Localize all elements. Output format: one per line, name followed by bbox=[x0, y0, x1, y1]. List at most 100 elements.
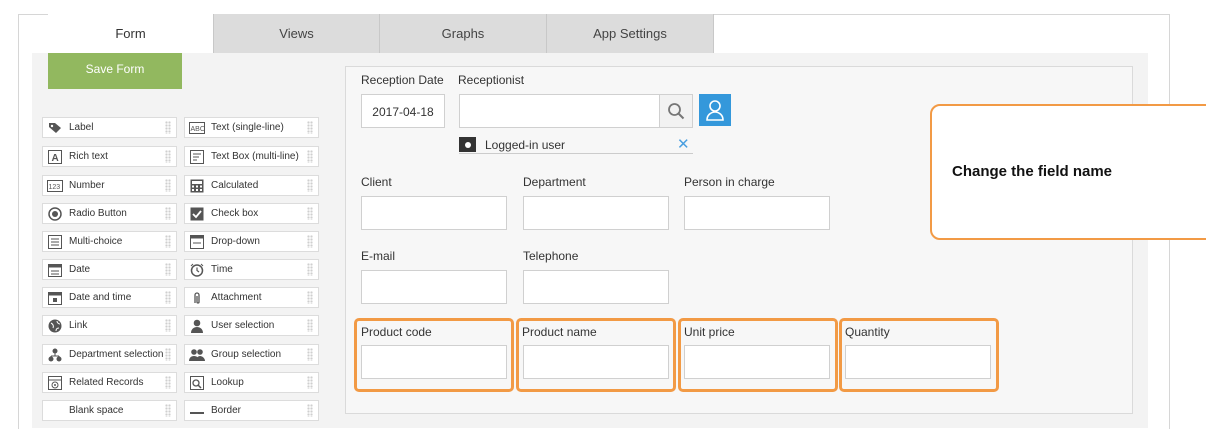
org-chart-icon bbox=[47, 348, 63, 362]
annotation-callout-text: Change the field name bbox=[952, 163, 1113, 180]
palette-item-number[interactable]: 123 Number bbox=[42, 175, 177, 196]
drag-handle-icon bbox=[307, 179, 313, 192]
email-input[interactable] bbox=[361, 270, 507, 304]
palette-item-attachment[interactable]: Attachment bbox=[184, 287, 319, 308]
text-box-icon bbox=[189, 149, 205, 164]
number-icon: 123 bbox=[47, 179, 63, 193]
palette-item-calculated[interactable]: Calculated bbox=[184, 175, 319, 196]
palette-item-border[interactable]: Border bbox=[184, 400, 319, 421]
palette-item-text-box-multi-line-text: Text Box (multi-line) bbox=[211, 151, 299, 162]
dropdown-icon bbox=[189, 234, 205, 249]
drag-handle-icon bbox=[307, 348, 313, 361]
quantity-highlight bbox=[839, 318, 999, 392]
palette-item-time-text: Time bbox=[211, 264, 233, 275]
palette-item-blank-space[interactable]: Blank space bbox=[42, 400, 177, 421]
palette-item-blank-space-text: Blank space bbox=[69, 405, 124, 416]
palette-item-drop-down-text: Drop-down bbox=[211, 236, 260, 247]
receptionist-input[interactable] bbox=[459, 94, 660, 128]
palette-item-radio-button-text: Radio Button bbox=[69, 208, 127, 219]
remove-chip-close-icon[interactable]: ✕ bbox=[677, 135, 690, 153]
tab-app-settings[interactable]: App Settings bbox=[547, 14, 714, 53]
palette-item-rich-text[interactable]: A Rich text bbox=[42, 146, 177, 167]
email-label: E-mail bbox=[361, 249, 396, 263]
drag-handle-icon bbox=[165, 121, 171, 134]
tab-views[interactable]: Views bbox=[214, 14, 380, 53]
palette-item-check-box-text: Check box bbox=[211, 208, 259, 219]
client-input[interactable] bbox=[361, 196, 507, 230]
palette-item-user-selection[interactable]: User selection bbox=[184, 315, 319, 336]
palette-item-related-records[interactable]: Related Records bbox=[42, 372, 177, 393]
save-form-button[interactable]: Save Form bbox=[48, 53, 182, 89]
globe-icon bbox=[47, 319, 63, 333]
drag-handle-icon bbox=[307, 319, 313, 332]
tab-graphs[interactable]: Graphs bbox=[380, 14, 547, 53]
palette-item-border-text: Border bbox=[211, 405, 242, 416]
person-in-charge-input[interactable] bbox=[684, 196, 830, 230]
multi-choice-icon bbox=[47, 234, 63, 249]
palette-item-drop-down[interactable]: Drop-down bbox=[184, 231, 319, 252]
palette-item-multi-choice[interactable]: Multi-choice bbox=[42, 231, 177, 252]
palette-item-group-selection[interactable]: Group selection bbox=[184, 344, 319, 365]
date-icon bbox=[47, 263, 63, 277]
drag-handle-icon bbox=[165, 376, 171, 389]
drag-handle-icon bbox=[307, 263, 313, 276]
paperclip-icon bbox=[189, 291, 205, 305]
palette-item-check-box[interactable]: Check box bbox=[184, 203, 319, 224]
palette-item-department-selection-text: Department selection bbox=[69, 349, 164, 360]
unit-price-highlight bbox=[678, 318, 838, 392]
palette-item-lookup[interactable]: Lookup bbox=[184, 372, 319, 393]
palette-item-label[interactable]: Label bbox=[42, 117, 177, 138]
drag-handle-icon bbox=[165, 348, 171, 361]
palette-item-date-text: Date bbox=[69, 264, 91, 275]
palette-item-text-single-line-text: Text (single-line) bbox=[211, 122, 284, 133]
abc-icon: ABC bbox=[189, 121, 205, 135]
tab-form[interactable]: Form bbox=[48, 14, 214, 53]
palette-item-time[interactable]: Time bbox=[184, 259, 319, 280]
palette-item-text-box-multi-line[interactable]: Text Box (multi-line) bbox=[184, 146, 319, 167]
clock-icon bbox=[189, 263, 205, 277]
receptionist-label: Receptionist bbox=[458, 73, 525, 87]
palette-item-user-selection-text: User selection bbox=[211, 320, 275, 331]
drag-handle-icon bbox=[307, 376, 313, 389]
date-time-icon bbox=[47, 291, 63, 305]
receptionist-user-picker-button[interactable] bbox=[699, 94, 731, 126]
tag-icon bbox=[47, 121, 63, 135]
group-icon bbox=[189, 348, 205, 362]
radio-icon bbox=[47, 206, 63, 221]
palette-item-date-and-time-text: Date and time bbox=[69, 292, 132, 303]
palette-item-date[interactable]: Date bbox=[42, 259, 177, 280]
palette-item-text-single-line[interactable]: ABC Text (single-line) bbox=[184, 117, 319, 138]
palette-item-related-records-text: Related Records bbox=[69, 377, 144, 388]
drag-handle-icon bbox=[165, 319, 171, 332]
svg-text:ABC: ABC bbox=[191, 126, 205, 133]
drag-handle-icon bbox=[165, 263, 171, 276]
client-label: Client bbox=[361, 175, 392, 189]
telephone-label: Telephone bbox=[523, 249, 579, 263]
drag-handle-icon bbox=[307, 404, 313, 417]
department-input[interactable] bbox=[523, 196, 669, 230]
palette-item-link-text: Link bbox=[69, 320, 88, 331]
receptionist-search-button[interactable] bbox=[659, 94, 693, 128]
svg-text:A: A bbox=[52, 153, 59, 164]
chip-underline bbox=[459, 153, 693, 154]
svg-text:123: 123 bbox=[49, 184, 61, 191]
telephone-input[interactable] bbox=[523, 270, 669, 304]
reception-date-field[interactable]: 2017-04-18 bbox=[361, 94, 445, 128]
logged-in-user-icon bbox=[459, 137, 476, 152]
product-code-highlight bbox=[354, 318, 514, 392]
related-records-icon bbox=[47, 375, 63, 390]
drag-handle-icon bbox=[165, 207, 171, 220]
drag-handle-icon bbox=[307, 150, 313, 163]
palette-item-date-and-time[interactable]: Date and time bbox=[42, 287, 177, 308]
palette-item-department-selection[interactable]: Department selection bbox=[42, 344, 177, 365]
user-icon bbox=[189, 319, 205, 333]
palette-item-lookup-text: Lookup bbox=[211, 377, 244, 388]
drag-handle-icon bbox=[307, 235, 313, 248]
palette-item-radio-button[interactable]: Radio Button bbox=[42, 203, 177, 224]
palette-item-link[interactable]: Link bbox=[42, 315, 177, 336]
border-icon bbox=[189, 404, 205, 418]
drag-handle-icon bbox=[165, 150, 171, 163]
drag-handle-icon bbox=[307, 121, 313, 134]
palette-item-multi-choice-text: Multi-choice bbox=[69, 236, 123, 247]
palette-item-calculated-text: Calculated bbox=[211, 180, 259, 191]
